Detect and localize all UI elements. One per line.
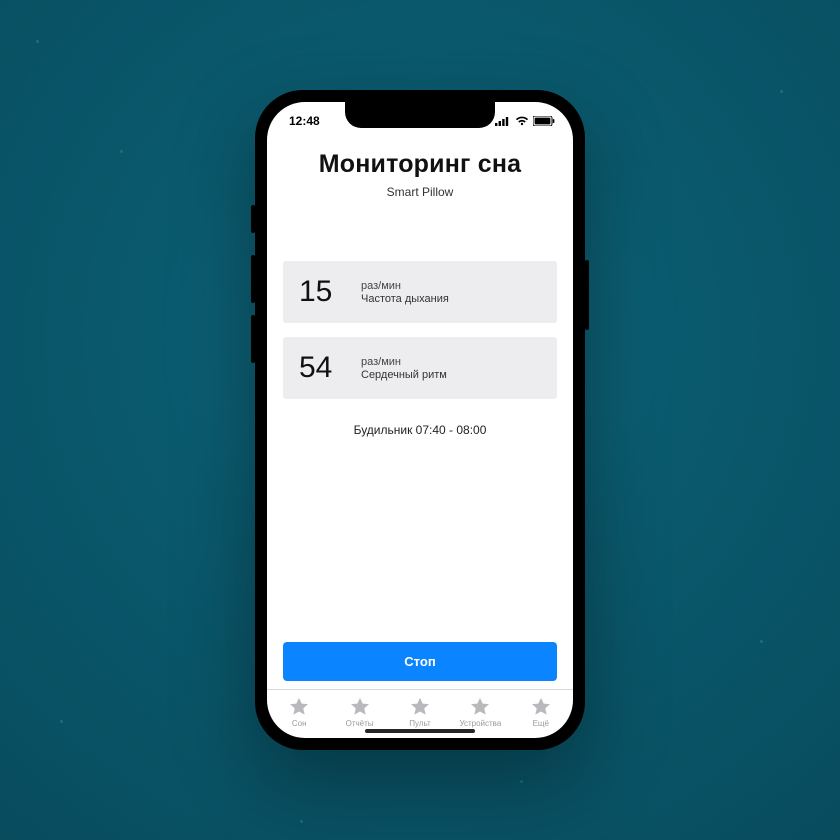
- metric-card-heart: 54 раз/мин Сердечный ритм: [283, 337, 557, 399]
- alarm-text: Будильник 07:40 - 08:00: [283, 423, 557, 437]
- app-content: Мониторинг сна Smart Pillow 15 раз/мин Ч…: [267, 136, 573, 738]
- star-icon: [288, 696, 310, 718]
- page-title: Мониторинг сна: [283, 150, 557, 179]
- status-time: 12:48: [289, 114, 320, 128]
- metric-card-breathing: 15 раз/мин Частота дыхания: [283, 261, 557, 323]
- device-name: Smart Pillow: [283, 185, 557, 199]
- heart-label: Сердечный ритм: [361, 369, 447, 381]
- tab-remote[interactable]: Пульт: [390, 696, 450, 728]
- tab-label: Устройства: [459, 719, 501, 728]
- star-icon: [349, 696, 371, 718]
- star-icon: [530, 696, 552, 718]
- metrics-list: 15 раз/мин Частота дыхания 54 раз/мин Се…: [283, 261, 557, 399]
- wifi-icon: [515, 116, 529, 126]
- notch: [345, 102, 495, 128]
- side-button-power: [585, 260, 589, 330]
- tab-devices[interactable]: Устройства: [450, 696, 510, 728]
- tab-reports[interactable]: Отчёты: [329, 696, 389, 728]
- status-indicators: [495, 116, 555, 126]
- star-icon: [469, 696, 491, 718]
- tab-label: Пульт: [409, 719, 430, 728]
- tab-label: Ещё: [533, 719, 549, 728]
- cellular-icon: [495, 116, 511, 126]
- home-indicator[interactable]: [365, 729, 475, 733]
- heart-unit: раз/мин: [361, 355, 447, 369]
- breathing-label: Частота дыхания: [361, 293, 449, 305]
- tab-more[interactable]: Ещё: [511, 696, 571, 728]
- star-icon: [409, 696, 431, 718]
- tab-label: Отчёты: [346, 719, 374, 728]
- battery-icon: [533, 116, 555, 126]
- phone-mockup: 12:48 Мониторинг сна Smart Pillow: [255, 90, 585, 750]
- heart-value: 54: [299, 351, 343, 385]
- phone-body: 12:48 Мониторинг сна Smart Pillow: [255, 90, 585, 750]
- breathing-value: 15: [299, 275, 343, 309]
- tab-label: Сон: [292, 719, 307, 728]
- tab-sleep[interactable]: Сон: [269, 696, 329, 728]
- stop-button[interactable]: Стоп: [283, 642, 557, 681]
- screen: 12:48 Мониторинг сна Smart Pillow: [267, 102, 573, 738]
- breathing-unit: раз/мин: [361, 279, 449, 293]
